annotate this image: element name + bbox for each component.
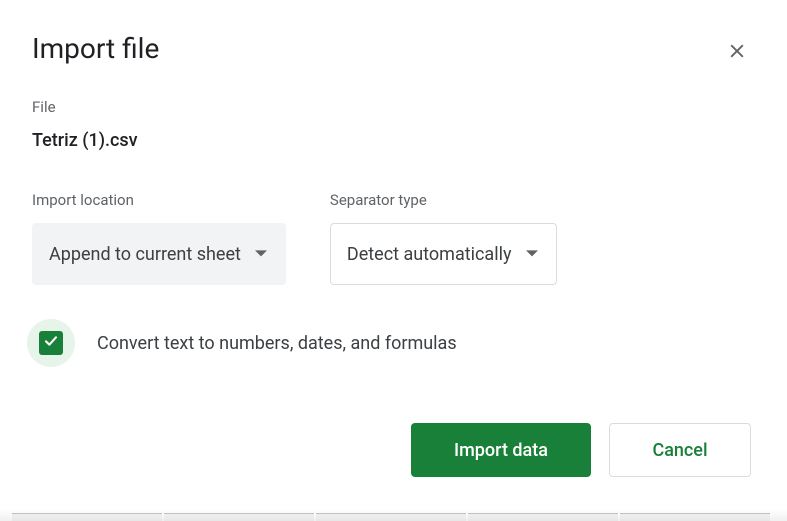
- convert-checkbox[interactable]: [39, 331, 63, 355]
- checkbox-focus-ring: [27, 319, 75, 367]
- file-label: File: [32, 98, 755, 116]
- chevron-down-icon: [526, 248, 538, 260]
- import-file-dialog: Import file File Tetriz (1).csv Import l…: [0, 0, 787, 521]
- background-sheet-tabs: [0, 513, 787, 521]
- import-location-label: Import location: [32, 191, 286, 209]
- import-location-value: Append to current sheet: [49, 244, 241, 265]
- separator-type-group: Separator type Detect automatically: [330, 191, 557, 285]
- separator-type-value: Detect automatically: [347, 244, 512, 265]
- convert-checkbox-row: Convert text to numbers, dates, and form…: [32, 319, 755, 367]
- file-name: Tetriz (1).csv: [32, 130, 755, 151]
- cancel-button[interactable]: Cancel: [609, 423, 751, 477]
- options-row: Import location Append to current sheet …: [32, 191, 755, 285]
- check-icon: [43, 333, 59, 353]
- separator-type-label: Separator type: [330, 191, 557, 209]
- close-button[interactable]: [719, 34, 755, 70]
- dialog-button-row: Import data Cancel: [411, 423, 751, 477]
- import-data-button[interactable]: Import data: [411, 423, 591, 477]
- dialog-header: Import file: [32, 32, 755, 70]
- close-icon: [727, 41, 747, 64]
- chevron-down-icon: [255, 248, 267, 260]
- convert-checkbox-label: Convert text to numbers, dates, and form…: [97, 333, 457, 354]
- import-location-group: Import location Append to current sheet: [32, 191, 286, 285]
- dialog-title: Import file: [32, 32, 159, 65]
- separator-type-dropdown[interactable]: Detect automatically: [330, 223, 557, 285]
- import-location-dropdown[interactable]: Append to current sheet: [32, 223, 286, 285]
